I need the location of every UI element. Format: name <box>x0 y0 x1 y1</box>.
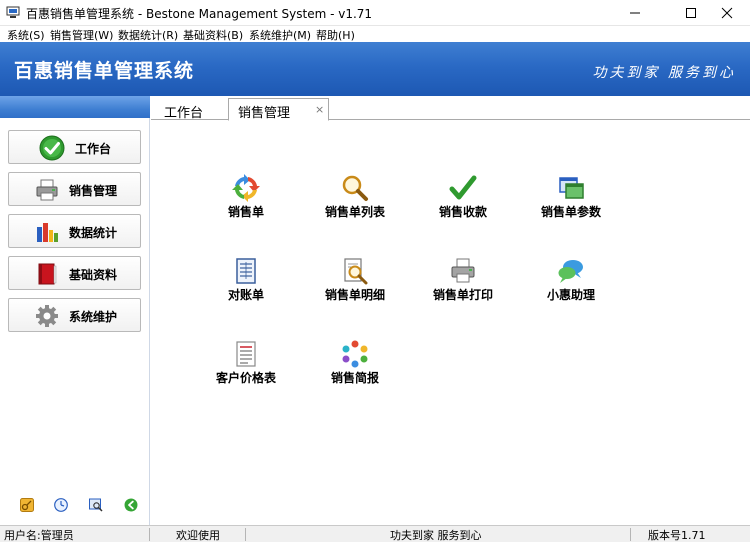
menu-basic-data[interactable]: 基础资料(B) <box>183 27 243 43</box>
sidebar-item-label: 销售管理 <box>69 184 118 198</box>
printer-icon <box>451 258 475 283</box>
tile-label: 销售收款 <box>438 205 487 219</box>
sidebar-item-basic-data[interactable]: 基础资料 <box>8 256 141 290</box>
windows-icon <box>559 177 584 199</box>
workspace-panel: 销售单 销售单列表 销售收款 销售单参数 对账单 销售单明细 销售单打印 小惠助… <box>151 121 750 525</box>
chat-bubbles-icon <box>558 260 583 283</box>
app-title: 百惠销售单管理系统 <box>14 60 195 82</box>
sidebar: 工作台 销售管理 数据统计 基础资料 系统维护 <box>0 96 150 525</box>
checkmark-icon <box>39 135 65 161</box>
status-slogan: 功夫到家 服务到心 <box>390 529 482 542</box>
menu-help[interactable]: 帮助(H) <box>316 27 355 43</box>
tile-sales-collection[interactable]: 销售收款 <box>418 174 508 226</box>
key-icon[interactable] <box>20 498 34 512</box>
status-welcome: 欢迎使用 <box>176 529 220 542</box>
menu-bar: 系统(S) 销售管理(W) 数据统计(R) 基础资料(B) 系统维护(M) 帮助… <box>0 26 750 42</box>
tile-label: 销售简报 <box>330 371 379 385</box>
title-bar: 百惠销售单管理系统 - Bestone Management System - … <box>0 0 750 26</box>
tab-sales-management[interactable]: 销售管理 × <box>228 98 329 121</box>
sidebar-item-label: 基础资料 <box>69 268 118 282</box>
status-divider <box>630 528 631 541</box>
sidebar-item-workbench[interactable]: 工作台 <box>8 130 141 164</box>
tile-sales-order[interactable]: 销售单 <box>201 174 291 226</box>
status-divider <box>149 528 150 541</box>
tile-assistant[interactable]: 小惠助理 <box>526 257 616 309</box>
ring-icon <box>342 340 368 368</box>
window-title: 百惠销售单管理系统 - Bestone Management System - … <box>26 7 373 21</box>
gear-icon <box>36 305 58 327</box>
printer-icon <box>36 179 58 201</box>
menu-sales-management[interactable]: 销售管理(W) <box>50 27 113 43</box>
status-user: 用户名:管理员 <box>4 529 74 542</box>
header-banner: 百惠销售单管理系统 功夫到家 服务到心 <box>0 42 750 96</box>
tile-label: 客户价格表 <box>215 371 276 385</box>
document-search-icon <box>344 258 368 285</box>
maximize-icon <box>686 8 696 18</box>
checkmark-icon <box>449 175 477 200</box>
tile-label: 销售单打印 <box>432 288 493 302</box>
status-version: 版本号1.71 <box>648 529 706 542</box>
tile-label: 销售单列表 <box>324 205 385 219</box>
tile-label: 销售单参数 <box>540 205 601 219</box>
tab-strip: 工作台 销售管理 × <box>151 96 750 121</box>
tab-label: 销售管理 <box>238 106 291 121</box>
status-bar: 用户名:管理员 欢迎使用 功夫到家 服务到心 版本号1.71 <box>0 525 750 542</box>
sidebar-item-label: 工作台 <box>75 142 112 156</box>
status-divider <box>245 528 246 541</box>
tile-sales-order-parameters[interactable]: 销售单参数 <box>526 174 616 226</box>
close-button[interactable] <box>704 0 750 26</box>
sidebar-item-data-statistics[interactable]: 数据统计 <box>8 214 141 248</box>
app-icon <box>6 6 20 18</box>
bar-chart-icon <box>37 223 58 242</box>
tile-sales-order-print[interactable]: 销售单打印 <box>418 257 508 309</box>
magnifier-icon <box>342 175 368 201</box>
search-window-icon[interactable] <box>89 498 103 512</box>
book-icon <box>38 263 57 285</box>
sidebar-item-label: 数据统计 <box>69 226 118 240</box>
tile-customer-price-list[interactable]: 客户价格表 <box>201 340 291 392</box>
tile-sales-order-details[interactable]: 销售单明细 <box>310 257 400 309</box>
tile-label: 销售单 <box>227 205 264 219</box>
tile-statement[interactable]: 对账单 <box>201 257 291 309</box>
tile-label: 销售单明细 <box>324 288 385 302</box>
sidebar-item-system-maintenance[interactable]: 系统维护 <box>8 298 141 332</box>
close-icon <box>721 7 733 19</box>
price-list-icon <box>236 341 256 367</box>
menu-system-maintenance[interactable]: 系统维护(M) <box>249 27 311 43</box>
tile-sales-order-list[interactable]: 销售单列表 <box>310 174 400 226</box>
tile-label: 小惠助理 <box>546 288 595 302</box>
back-icon[interactable] <box>124 498 138 512</box>
minimize-icon <box>630 12 640 14</box>
minimize-button[interactable] <box>612 0 658 26</box>
banner-slogan: 功夫到家 服务到心 <box>592 65 736 81</box>
sidebar-header <box>0 96 150 118</box>
tile-label: 对账单 <box>227 288 264 302</box>
clock-icon[interactable] <box>54 498 68 512</box>
close-tab-icon[interactable]: × <box>315 103 324 116</box>
tile-sales-briefing[interactable]: 销售简报 <box>310 340 400 392</box>
sidebar-item-sales-management[interactable]: 销售管理 <box>8 172 141 206</box>
refresh-arrows-icon <box>232 174 260 202</box>
menu-data-statistics[interactable]: 数据统计(R) <box>118 27 178 43</box>
sidebar-item-label: 系统维护 <box>69 310 118 324</box>
tab-workbench[interactable]: 工作台 <box>164 102 203 121</box>
ledger-icon <box>236 258 256 284</box>
menu-system[interactable]: 系统(S) <box>7 27 45 43</box>
